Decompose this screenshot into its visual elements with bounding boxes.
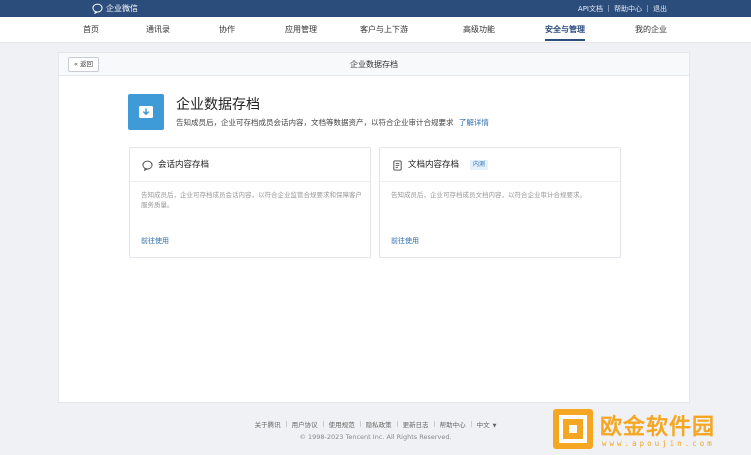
watermark-text: 欧金软件园 bbox=[600, 415, 716, 440]
footer-changelog[interactable]: 更新日志 bbox=[403, 419, 429, 429]
document-archive-card: 文档内容存档 内测 告知成员后，企业可存档成员文档内容，以符合企业审计合规要求。… bbox=[379, 147, 621, 258]
page-title: 企业数据存档 bbox=[350, 60, 398, 69]
card-description: 告知成员后，企业可存档成员文档内容，以符合企业审计合规要求。 bbox=[391, 191, 586, 199]
divider bbox=[396, 421, 398, 427]
card-title: 会话内容存档 bbox=[158, 160, 210, 170]
hero-description: 告知成员后，企业可存档成员会话内容，文档等数据资产，以符合企业审计合规要求 了解… bbox=[176, 117, 489, 128]
nav-customers[interactable]: 客户与上下游 bbox=[360, 17, 408, 43]
learn-more-link[interactable]: 了解详情 bbox=[459, 118, 489, 127]
help-center-link[interactable]: 帮助中心 bbox=[614, 4, 642, 14]
brand-logo[interactable]: 企业微信 bbox=[92, 2, 138, 15]
document-icon bbox=[393, 160, 402, 171]
divider bbox=[608, 5, 609, 12]
nav-my-company[interactable]: 我的企业 bbox=[635, 17, 667, 43]
main-nav: 首页 通讯录 协作 应用管理 客户与上下游 高级功能 安全与管理 我的企业 bbox=[0, 17, 751, 43]
language-label: 中文 bbox=[476, 421, 490, 429]
beta-badge: 内测 bbox=[470, 160, 489, 170]
panel-header: 企业数据存档 « 返回 bbox=[59, 53, 689, 76]
back-button[interactable]: « 返回 bbox=[68, 57, 100, 72]
api-docs-link[interactable]: API文档 bbox=[578, 4, 603, 14]
chat-archive-card: 会话内容存档 告知成员后，企业可存档成员会话内容，以符合企业监管合规要求和保障客… bbox=[129, 147, 371, 258]
go-use-link[interactable]: 前往使用 bbox=[141, 236, 169, 246]
nav-home[interactable]: 首页 bbox=[83, 17, 99, 43]
footer-privacy[interactable]: 隐私政策 bbox=[366, 419, 392, 429]
chat-bubble-icon bbox=[142, 160, 153, 171]
watermark-url: www.apoujin.com bbox=[602, 439, 715, 448]
nav-contacts[interactable]: 通讯录 bbox=[146, 17, 170, 43]
divider bbox=[470, 421, 472, 427]
footer-usage-rules[interactable]: 使用规范 bbox=[329, 419, 355, 429]
nav-security[interactable]: 安全与管理 bbox=[545, 17, 585, 43]
wecom-logo-icon bbox=[92, 3, 103, 14]
card-title: 文档内容存档 bbox=[408, 160, 460, 170]
card-header: 会话内容存档 bbox=[130, 148, 370, 182]
hero-description-text: 告知成员后，企业可存档成员会话内容，文档等数据资产，以符合企业审计合规要求 bbox=[176, 118, 454, 127]
top-bar: 企业微信 API文档 帮助中心 退出 bbox=[0, 0, 751, 17]
go-use-link[interactable]: 前往使用 bbox=[391, 236, 419, 246]
main-panel: 企业数据存档 « 返回 企业数据存档 告知成员后，企业可存档成员会话内容，文档等… bbox=[58, 52, 690, 403]
divider bbox=[433, 421, 435, 427]
logout-link[interactable]: 退出 bbox=[653, 4, 667, 14]
caret-down-icon: ▼ bbox=[492, 423, 497, 429]
watermark-logo-icon bbox=[553, 409, 593, 449]
top-links: API文档 帮助中心 退出 bbox=[578, 3, 667, 14]
footer-about[interactable]: 关于腾讯 bbox=[255, 419, 281, 429]
card-header: 文档内容存档 内测 bbox=[380, 148, 620, 182]
footer-help[interactable]: 帮助中心 bbox=[440, 419, 466, 429]
card-description: 告知成员后，企业可存档成员会话内容，以符合企业监管合规要求和保障客户服务质量。 bbox=[141, 191, 362, 209]
divider bbox=[322, 421, 324, 427]
hero-title: 企业数据存档 bbox=[176, 97, 260, 113]
nav-app-management[interactable]: 应用管理 bbox=[285, 17, 317, 43]
divider bbox=[359, 421, 361, 427]
download-icon bbox=[139, 106, 153, 118]
footer-user-agreement[interactable]: 用户协议 bbox=[292, 419, 318, 429]
watermark: 欧金软件园 www.apoujin.com bbox=[552, 406, 742, 452]
brand-name: 企业微信 bbox=[106, 4, 138, 13]
divider bbox=[285, 421, 287, 427]
archive-download-icon bbox=[128, 94, 164, 130]
language-select[interactable]: 中文 ▼ bbox=[477, 419, 497, 429]
nav-collaboration[interactable]: 协作 bbox=[219, 17, 235, 43]
divider bbox=[647, 5, 648, 12]
nav-advanced[interactable]: 高级功能 bbox=[463, 17, 495, 43]
